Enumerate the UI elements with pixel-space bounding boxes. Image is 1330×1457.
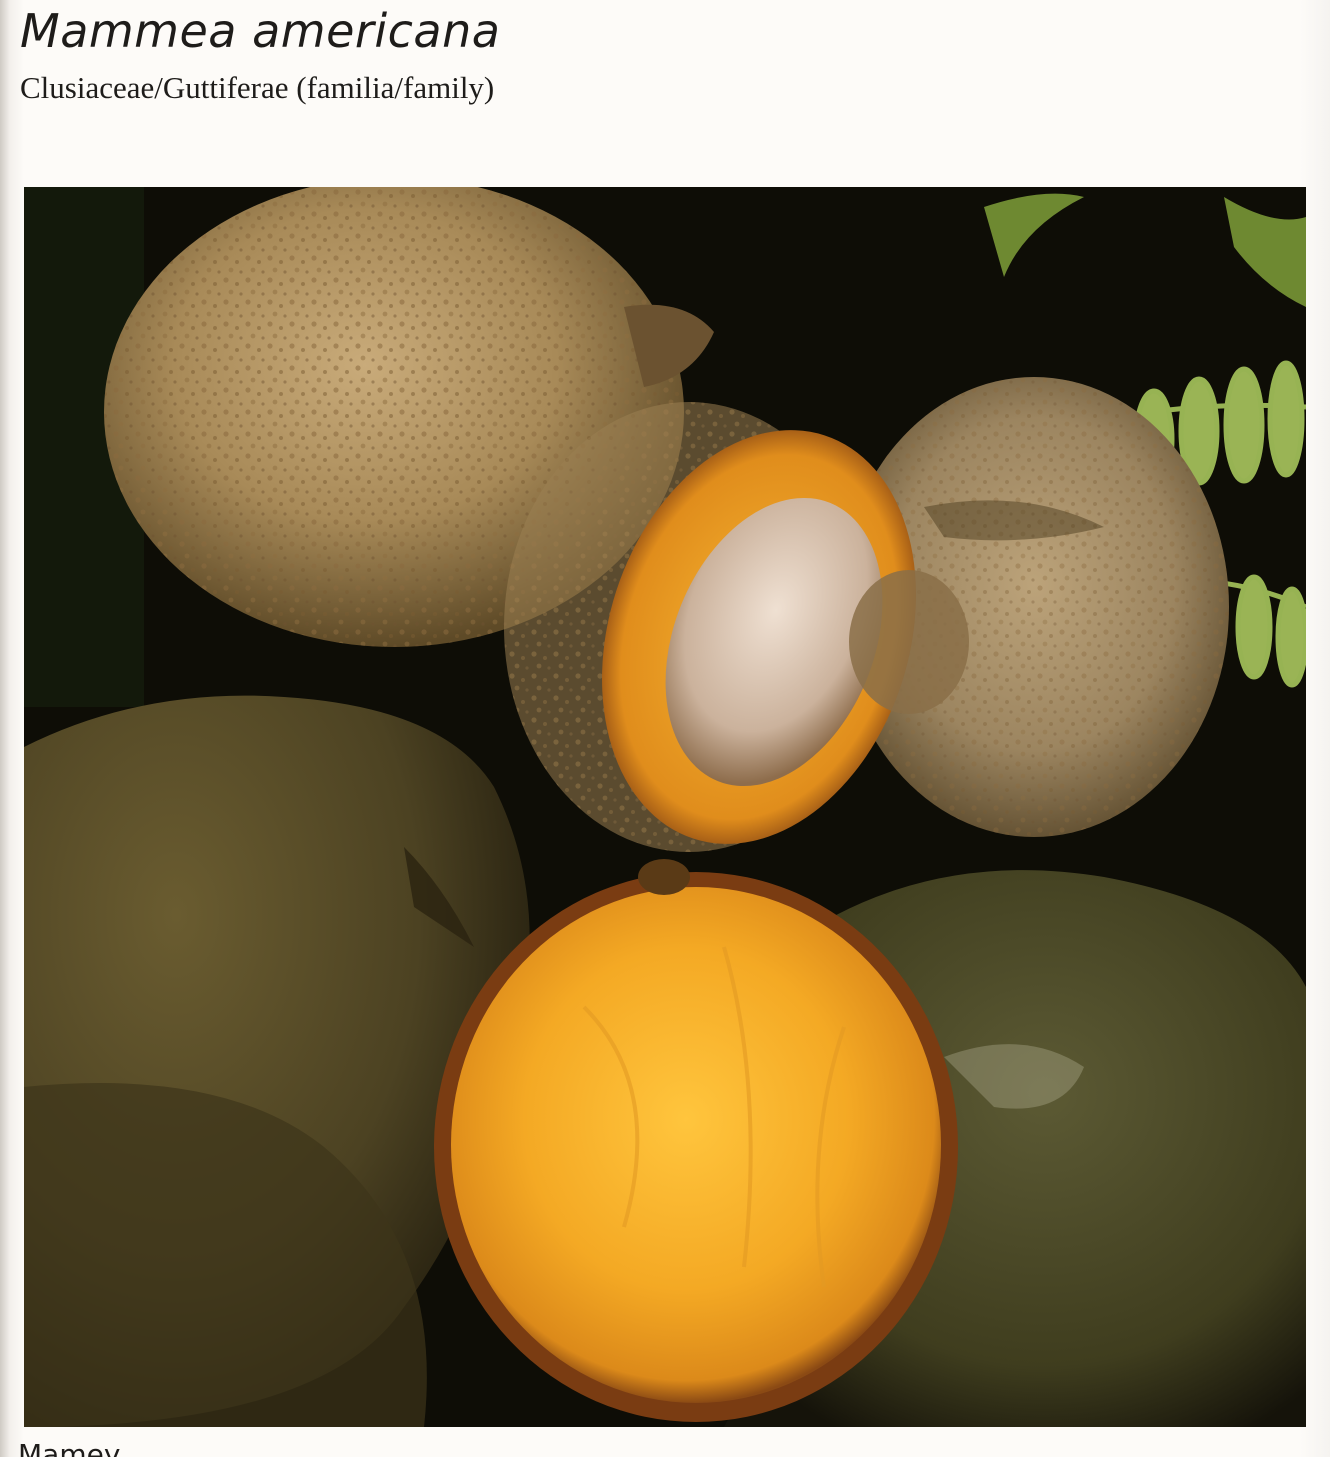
book-page: Mammea americana Clusiaceae/Guttiferae (… xyxy=(0,0,1330,1457)
family-subtitle: Clusiaceae/Guttiferae (familia/family) xyxy=(20,70,495,105)
photo-caption: Mamey xyxy=(18,1438,121,1457)
mamey-photo xyxy=(24,187,1306,1427)
species-title: Mammea americana xyxy=(20,4,501,58)
